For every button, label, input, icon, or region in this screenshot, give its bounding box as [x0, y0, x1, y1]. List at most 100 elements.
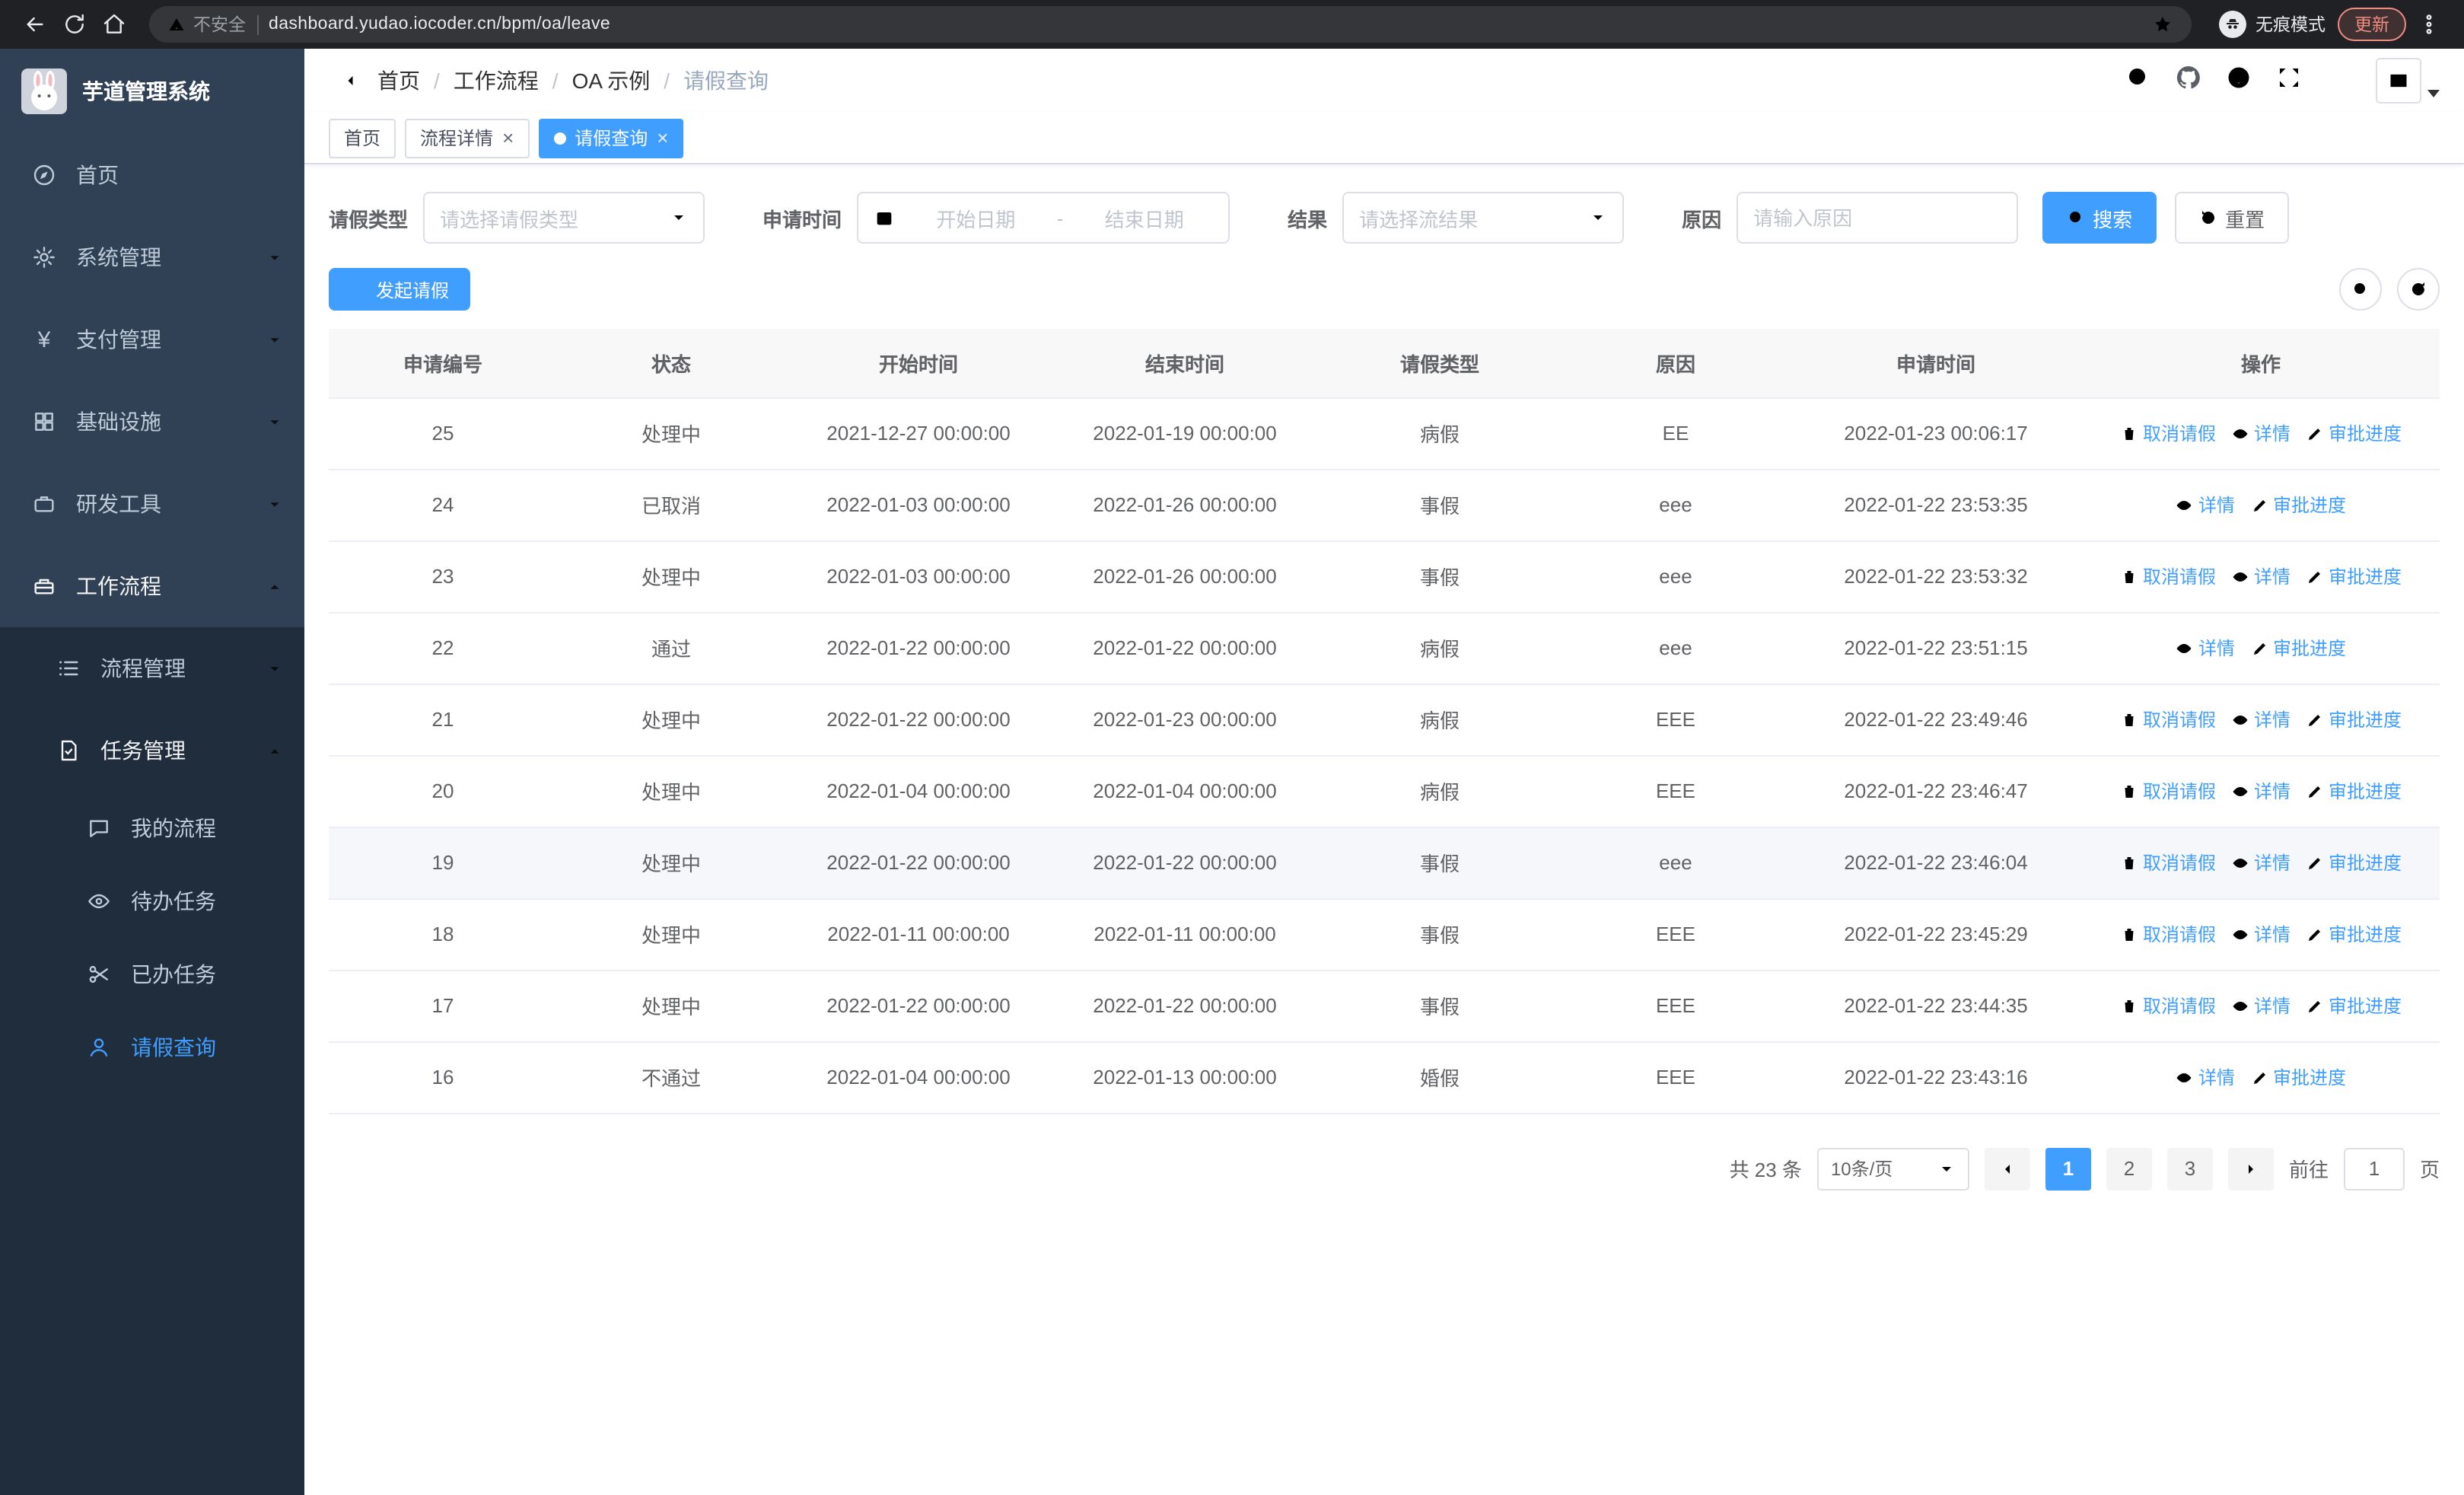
create-leave-button[interactable]: 发起请假	[329, 268, 471, 311]
cancel-leave-link[interactable]: 取消请假	[2120, 993, 2216, 1018]
cell-actions: 取消请假 详情 审批进度	[2082, 684, 2440, 756]
detail-link[interactable]: 详情	[2176, 1064, 2235, 1090]
leave-type-select[interactable]: 请选择请假类型	[423, 192, 705, 244]
detail-link[interactable]: 详情	[2231, 706, 2291, 732]
cancel-leave-link[interactable]: 取消请假	[2120, 563, 2216, 589]
reset-button[interactable]: 重置	[2175, 192, 2290, 244]
close-icon[interactable]: ×	[657, 128, 668, 148]
reload-button[interactable]	[55, 5, 94, 44]
eye-icon	[2177, 500, 2192, 509]
table-row: 20 处理中 2022-01-04 00:00:00 2022-01-04 00…	[329, 755, 2440, 827]
cell-apply-id: 18	[329, 898, 557, 971]
cell-leave-type: 病假	[1318, 684, 1561, 756]
sidebar-item-todo-tasks[interactable]: 待办任务	[0, 865, 304, 938]
sidebar-item-done-tasks[interactable]: 已办任务	[0, 938, 304, 1011]
progress-link[interactable]: 审批进度	[2250, 1064, 2346, 1090]
font-size-button[interactable]	[2326, 63, 2353, 98]
cancel-leave-link[interactable]: 取消请假	[2120, 778, 2216, 804]
detail-link[interactable]: 详情	[2231, 563, 2291, 589]
progress-link[interactable]: 审批进度	[2250, 635, 2346, 661]
page-button-3[interactable]: 3	[2166, 1147, 2213, 1190]
toggle-search-button[interactable]	[2339, 268, 2382, 311]
progress-link[interactable]: 审批进度	[2306, 850, 2402, 875]
cell-apply-time: 2022-01-22 23:49:46	[1790, 684, 2082, 756]
goto-page-input[interactable]	[2343, 1147, 2405, 1190]
apply-time-range-picker[interactable]: 开始日期 - 结束日期	[857, 192, 1230, 244]
progress-link[interactable]: 审批进度	[2250, 492, 2346, 518]
tab-home[interactable]: 首页	[329, 118, 396, 158]
help-button[interactable]	[2225, 63, 2252, 98]
cell-apply-time: 2022-01-22 23:46:47	[1790, 755, 2082, 827]
sidebar-item-my-process[interactable]: 我的流程	[0, 792, 304, 865]
breadcrumb-home[interactable]: 首页	[377, 65, 420, 96]
bookmark-button[interactable]	[2152, 14, 2173, 35]
detail-link[interactable]: 详情	[2231, 921, 2291, 947]
reason-label: 原因	[1682, 208, 1722, 231]
github-button[interactable]	[2175, 63, 2202, 98]
scissors-icon	[85, 962, 113, 987]
incognito-label: 无痕模式	[2255, 17, 2326, 35]
plus-icon	[354, 284, 365, 295]
sidebar-item-leave-query[interactable]: 请假查询	[0, 1011, 304, 1084]
cell-reason: EEE	[1561, 755, 1790, 827]
progress-link[interactable]: 审批进度	[2306, 993, 2402, 1018]
detail-link[interactable]: 详情	[2176, 492, 2235, 518]
progress-link[interactable]: 审批进度	[2306, 420, 2402, 446]
kebab-menu-icon	[2426, 14, 2432, 34]
user-menu[interactable]	[2376, 58, 2440, 104]
search-button[interactable]: 搜索	[2042, 192, 2157, 244]
header-search-button[interactable]	[2125, 63, 2152, 98]
breadcrumb-oa-example: OA 示例	[571, 69, 651, 93]
progress-link[interactable]: 审批进度	[2306, 778, 2402, 804]
reason-input[interactable]	[1737, 192, 2019, 244]
refresh-table-button[interactable]	[2397, 268, 2440, 311]
progress-link[interactable]: 审批进度	[2306, 563, 2402, 589]
update-button[interactable]: 更新	[2338, 8, 2406, 41]
logo[interactable]: 芋道管理系统	[0, 49, 304, 134]
cancel-leave-link[interactable]: 取消请假	[2120, 850, 2216, 875]
tabs-bar: 首页 流程详情 × 请假查询 ×	[304, 113, 2464, 164]
progress-link[interactable]: 审批进度	[2306, 921, 2402, 947]
tab-process-detail[interactable]: 流程详情 ×	[405, 118, 530, 158]
cell-apply-id: 22	[329, 612, 557, 684]
end-date-placeholder: 结束日期	[1104, 208, 1184, 231]
eye-icon	[2177, 643, 2192, 652]
tab-leave-query[interactable]: 请假查询 ×	[538, 118, 684, 158]
toolbox-icon	[30, 574, 58, 598]
page-size-select[interactable]: 10条/页	[1816, 1147, 1969, 1190]
sidebar-item-payment[interactable]: ¥ 支付管理	[0, 298, 304, 381]
page-button-2[interactable]: 2	[2106, 1147, 2152, 1190]
trash-icon	[2122, 427, 2135, 439]
sidebar-item-home[interactable]: 首页	[0, 134, 304, 216]
sidebar-item-process-mgmt[interactable]: 流程管理	[0, 627, 304, 709]
back-button[interactable]	[15, 5, 55, 44]
detail-link[interactable]: 详情	[2176, 635, 2235, 661]
cancel-leave-link[interactable]: 取消请假	[2120, 420, 2216, 446]
sidebar-item-task-mgmt[interactable]: 任务管理	[0, 709, 304, 792]
home-button[interactable]	[94, 5, 134, 44]
sidebar-item-system[interactable]: 系统管理	[0, 216, 304, 298]
result-select[interactable]: 请选择流结果	[1342, 192, 1625, 244]
sidebar-collapse-button[interactable]	[329, 67, 356, 94]
prev-page-button[interactable]	[1984, 1147, 2030, 1190]
detail-link[interactable]: 详情	[2231, 778, 2291, 804]
address-bar[interactable]: 不安全 dashboard.yudao.iocoder.cn/bpm/oa/le…	[149, 6, 2192, 43]
detail-link[interactable]: 详情	[2231, 420, 2291, 446]
browser-menu-button[interactable]	[2409, 5, 2449, 44]
cell-start-time: 2022-01-22 00:00:00	[785, 684, 1052, 756]
fullscreen-button[interactable]	[2275, 63, 2303, 98]
page-button-1[interactable]: 1	[2045, 1147, 2091, 1190]
detail-link[interactable]: 详情	[2231, 850, 2291, 875]
cancel-leave-link[interactable]: 取消请假	[2120, 706, 2216, 732]
cancel-leave-link[interactable]: 取消请假	[2120, 921, 2216, 947]
close-icon[interactable]: ×	[502, 128, 514, 148]
next-page-button[interactable]	[2227, 1147, 2274, 1190]
sidebar-item-workflow[interactable]: 工作流程	[0, 545, 304, 627]
security-chip[interactable]: 不安全	[167, 12, 246, 37]
col-end-time: 结束时间	[1052, 329, 1318, 398]
detail-link[interactable]: 详情	[2231, 993, 2291, 1018]
sidebar-item-devtools[interactable]: 研发工具	[0, 463, 304, 545]
progress-link[interactable]: 审批进度	[2306, 706, 2402, 732]
sidebar-item-infra[interactable]: 基础设施	[0, 381, 304, 463]
eye-icon	[85, 889, 113, 913]
